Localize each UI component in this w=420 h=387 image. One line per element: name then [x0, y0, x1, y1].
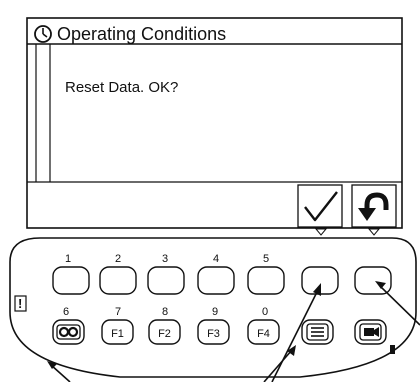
key-number-5: 5 [263, 253, 269, 265]
key-f3-label: F3 [207, 328, 220, 340]
checkmark-icon[interactable] [297, 184, 343, 228]
operator-panel: Operating Conditions Reset Data. OK? ! 1… [0, 0, 420, 383]
clock-icon [34, 25, 52, 43]
return-arrow-icon[interactable] [351, 184, 397, 228]
softkey-pointer-2 [367, 228, 381, 236]
softkey-2[interactable] [99, 266, 137, 295]
key-f4-label: F4 [257, 328, 270, 340]
key-f1[interactable]: F1 [101, 319, 134, 345]
infinity-icon [56, 324, 81, 340]
key-f2[interactable]: F2 [148, 319, 181, 345]
key-number-0: 0 [262, 306, 268, 318]
key-number-1: 1 [65, 253, 71, 265]
key-number-8: 8 [162, 306, 168, 318]
key-f3[interactable]: F3 [197, 319, 230, 345]
key-number-7: 7 [115, 306, 121, 318]
key-number-3: 3 [162, 253, 168, 265]
confirm-message: Reset Data. OK? [65, 79, 178, 96]
camera-key-icon [359, 323, 382, 341]
display-frame [26, 17, 403, 229]
indicator-mark [390, 345, 395, 354]
softkey-4[interactable] [197, 266, 235, 295]
key-f1-label: F1 [111, 328, 124, 340]
softkey-1[interactable] [52, 266, 90, 295]
screen-title: Operating Conditions [57, 24, 226, 44]
key-number-9: 9 [212, 306, 218, 318]
key-camera[interactable] [354, 319, 387, 345]
menu-list-icon [306, 323, 329, 341]
softkey-return[interactable] [354, 266, 392, 295]
key-number-2: 2 [115, 253, 121, 265]
key-f4[interactable]: F4 [247, 319, 280, 345]
key-number-6: 6 [63, 306, 69, 318]
warning-icon: ! [18, 296, 22, 311]
key-6-auto[interactable] [52, 319, 85, 345]
key-number-4: 4 [213, 253, 219, 265]
callout-arrow-right [375, 281, 420, 326]
softkey-5[interactable] [247, 266, 285, 295]
key-f2-label: F2 [158, 328, 171, 340]
key-menu[interactable] [301, 319, 334, 345]
panel-drawing: Operating Conditions Reset Data. OK? ! 1… [9, 17, 420, 383]
softkey-pointer-1 [314, 228, 328, 236]
softkey-3[interactable] [147, 266, 185, 295]
